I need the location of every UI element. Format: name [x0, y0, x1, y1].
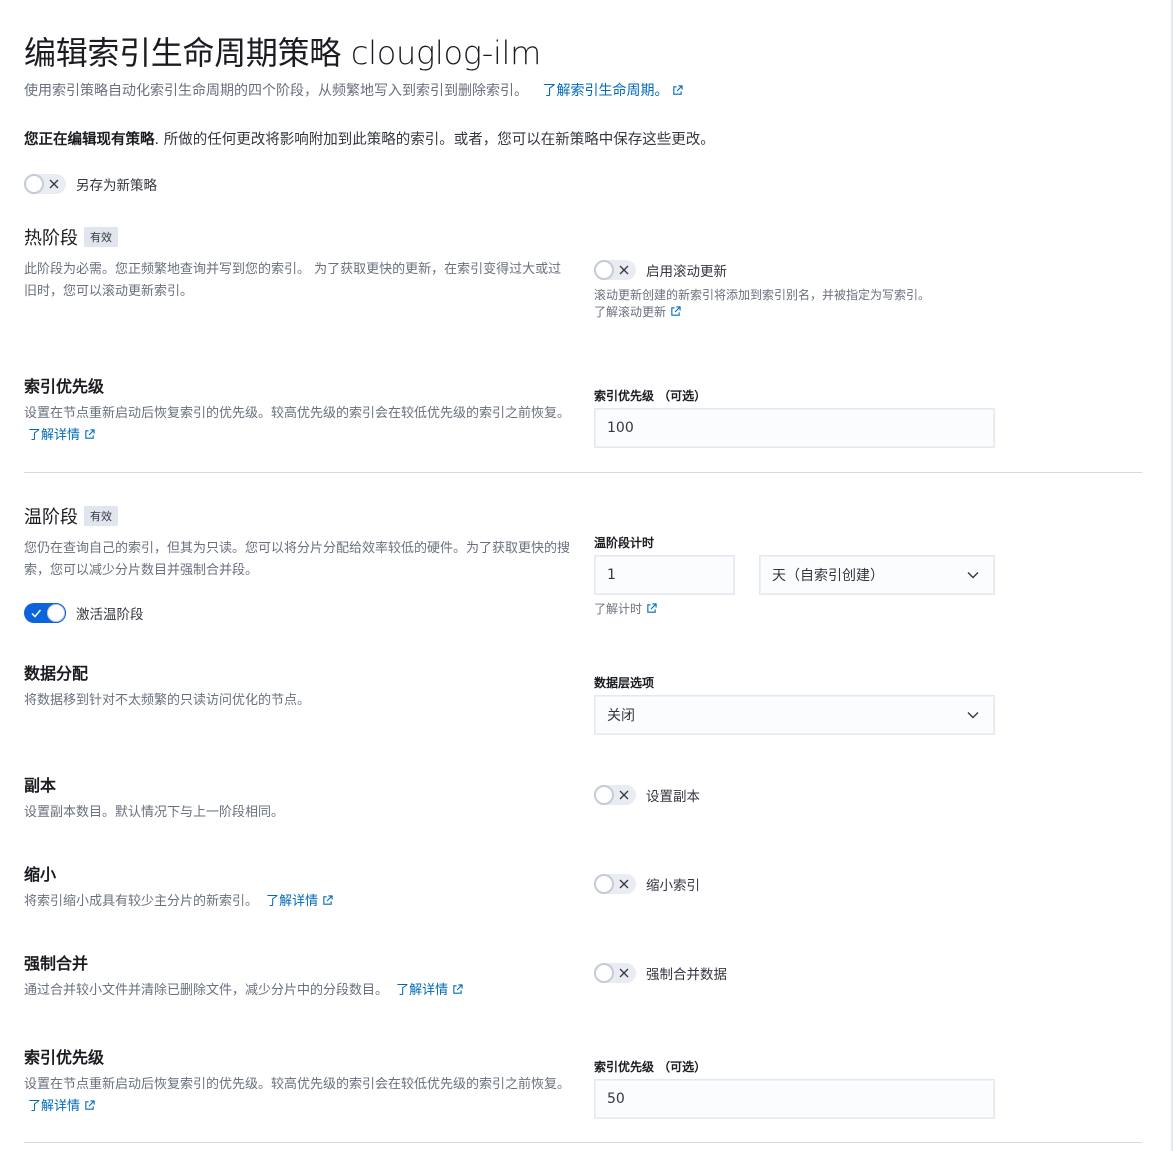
replicas-label: 设置副本 [646, 789, 700, 805]
cross-icon [619, 968, 629, 978]
notice-text: . 所做的任何更改将影响附加到此策略的索引。或者，您可以在新策略中保存这些更改。 [154, 132, 715, 148]
warm-phase-title: 温阶段 有效 [24, 503, 118, 529]
external-link-icon [647, 603, 657, 613]
shrink-learn-link[interactable]: 了解详情 [266, 894, 333, 909]
activate-warm-switch[interactable] [24, 603, 66, 623]
forcemerge-description: 通过合并较小文件并清除已删除文件，减少分片中的分段数目。 了解详情 [24, 980, 574, 1002]
hot-priority-description: 设置在节点重新启动后恢复索引的优先级。较高优先级的索引会在较低优先级的索引之前恢… [24, 406, 571, 443]
warm-phase-badge: 有效 [84, 506, 118, 526]
warm-priority-value: 50 [607, 1091, 625, 1107]
cross-icon [619, 790, 629, 800]
shrink-row: 缩小索引 [594, 874, 700, 894]
shrink-description: 将索引缩小成具有较少主分片的新索引。 了解详情 [24, 891, 574, 913]
rollover-help: 滚动更新创建的新索引将添加到索引别名，并被指定为写索引。 [594, 288, 931, 302]
allocation-field-label: 数据层选项 [594, 676, 655, 690]
warm-timing-learn-link[interactable]: 了解计时 [594, 600, 657, 617]
forcemerge-learn-link[interactable]: 了解详情 [396, 983, 463, 998]
page-subtitle: 使用索引策略自动化索引生命周期的四个阶段，从频繁地写入到索引到删除索引。 了解索… [24, 80, 684, 100]
section-divider [24, 472, 1142, 473]
external-link-icon [323, 895, 333, 905]
warm-priority-description: 设置在节点重新启动后恢复索引的优先级。较高优先级的索引会在较低优先级的索引之前恢… [24, 1077, 571, 1114]
warm-priority-title: 索引优先级 [24, 1048, 105, 1067]
hot-phase-title: 热阶段 有效 [24, 224, 118, 250]
warm-timing-value: 1 [607, 567, 616, 583]
section-divider [24, 1142, 1142, 1143]
hot-phase-description: 此阶段为必需。您正频繁地查询并写到您的索引。 为了获取更快的更新，在索引变得过大… [24, 262, 562, 299]
allocation-select[interactable]: 关闭 [594, 695, 995, 735]
warm-timing-input[interactable]: 1 [594, 555, 735, 595]
external-link-icon [85, 1100, 95, 1110]
external-link-icon [673, 85, 684, 95]
warm-timing-label: 温阶段计时 [594, 536, 655, 550]
replicas-row: 设置副本 [594, 785, 700, 805]
forcemerge-title: 强制合并 [24, 954, 89, 973]
warm-priority-learn-link[interactable]: 了解详情 [28, 1099, 95, 1114]
forcemerge-switch[interactable] [594, 963, 636, 983]
rollover-label: 启用滚动更新 [646, 264, 727, 280]
forcemerge-label: 强制合并数据 [646, 967, 727, 983]
external-link-icon [453, 984, 463, 994]
replicas-description: 设置副本数目。默认情况下与上一阶段相同。 [24, 805, 285, 820]
warm-timing-unit-value: 天（自索引创建） [772, 568, 884, 584]
replicas-switch[interactable] [594, 785, 636, 805]
rollover-switch[interactable] [594, 260, 636, 280]
activate-warm-row: 激活温阶段 [24, 603, 144, 623]
cross-icon [49, 179, 59, 189]
warm-priority-input[interactable]: 50 [594, 1079, 995, 1119]
editing-notice: 您正在编辑现有策略. 所做的任何更改将影响附加到此策略的索引。或者，您可以在新策… [24, 128, 715, 149]
shrink-title: 缩小 [24, 865, 57, 884]
subtitle-text: 使用索引策略自动化索引生命周期的四个阶段，从频繁地写入到索引到删除索引。 [24, 83, 528, 99]
notice-bold: 您正在编辑现有策略 [24, 132, 155, 148]
replicas-title: 副本 [24, 776, 57, 795]
external-link-icon [85, 429, 95, 439]
hot-phase-badge: 有效 [84, 227, 118, 247]
allocation-description: 将数据移到针对不太频繁的只读访问优化的节点。 [24, 693, 311, 708]
chevron-down-icon [967, 712, 979, 719]
hot-priority-input[interactable]: 100 [594, 408, 995, 448]
cross-icon [619, 879, 629, 889]
rollover-row: 启用滚动更新 [594, 260, 727, 280]
warm-priority-field-label: 索引优先级 （可选） [594, 1060, 707, 1074]
shrink-label: 缩小索引 [646, 878, 700, 894]
shrink-switch[interactable] [594, 874, 636, 894]
hot-priority-learn-link[interactable]: 了解详情 [28, 428, 95, 443]
forcemerge-row: 强制合并数据 [594, 963, 727, 983]
save-as-new-switch[interactable] [24, 174, 66, 194]
learn-ilm-link[interactable]: 了解索引生命周期。 [542, 83, 684, 99]
cross-icon [619, 265, 629, 275]
activate-warm-label: 激活温阶段 [76, 607, 144, 623]
save-as-new-row: 另存为新策略 [24, 174, 157, 194]
external-link-icon [671, 306, 681, 316]
chevron-down-icon [967, 572, 979, 579]
page-title: 编辑索引生命周期策略 clouglog-ilm [24, 34, 541, 72]
allocation-value: 关闭 [607, 708, 635, 724]
check-icon [31, 609, 42, 618]
save-as-new-label: 另存为新策略 [76, 178, 157, 194]
hot-priority-field-label: 索引优先级 （可选） [594, 389, 707, 403]
warm-timing-unit-select[interactable]: 天（自索引创建） [759, 555, 995, 595]
hot-priority-title: 索引优先级 [24, 377, 105, 396]
warm-phase-description: 您仍在查询自己的索引，但其为只读。您可以将分片分配给效率较低的硬件。为了获取更快… [24, 541, 571, 578]
hot-priority-value: 100 [607, 420, 634, 436]
allocation-title: 数据分配 [24, 664, 89, 683]
rollover-learn-link[interactable]: 了解滚动更新 [594, 303, 681, 320]
